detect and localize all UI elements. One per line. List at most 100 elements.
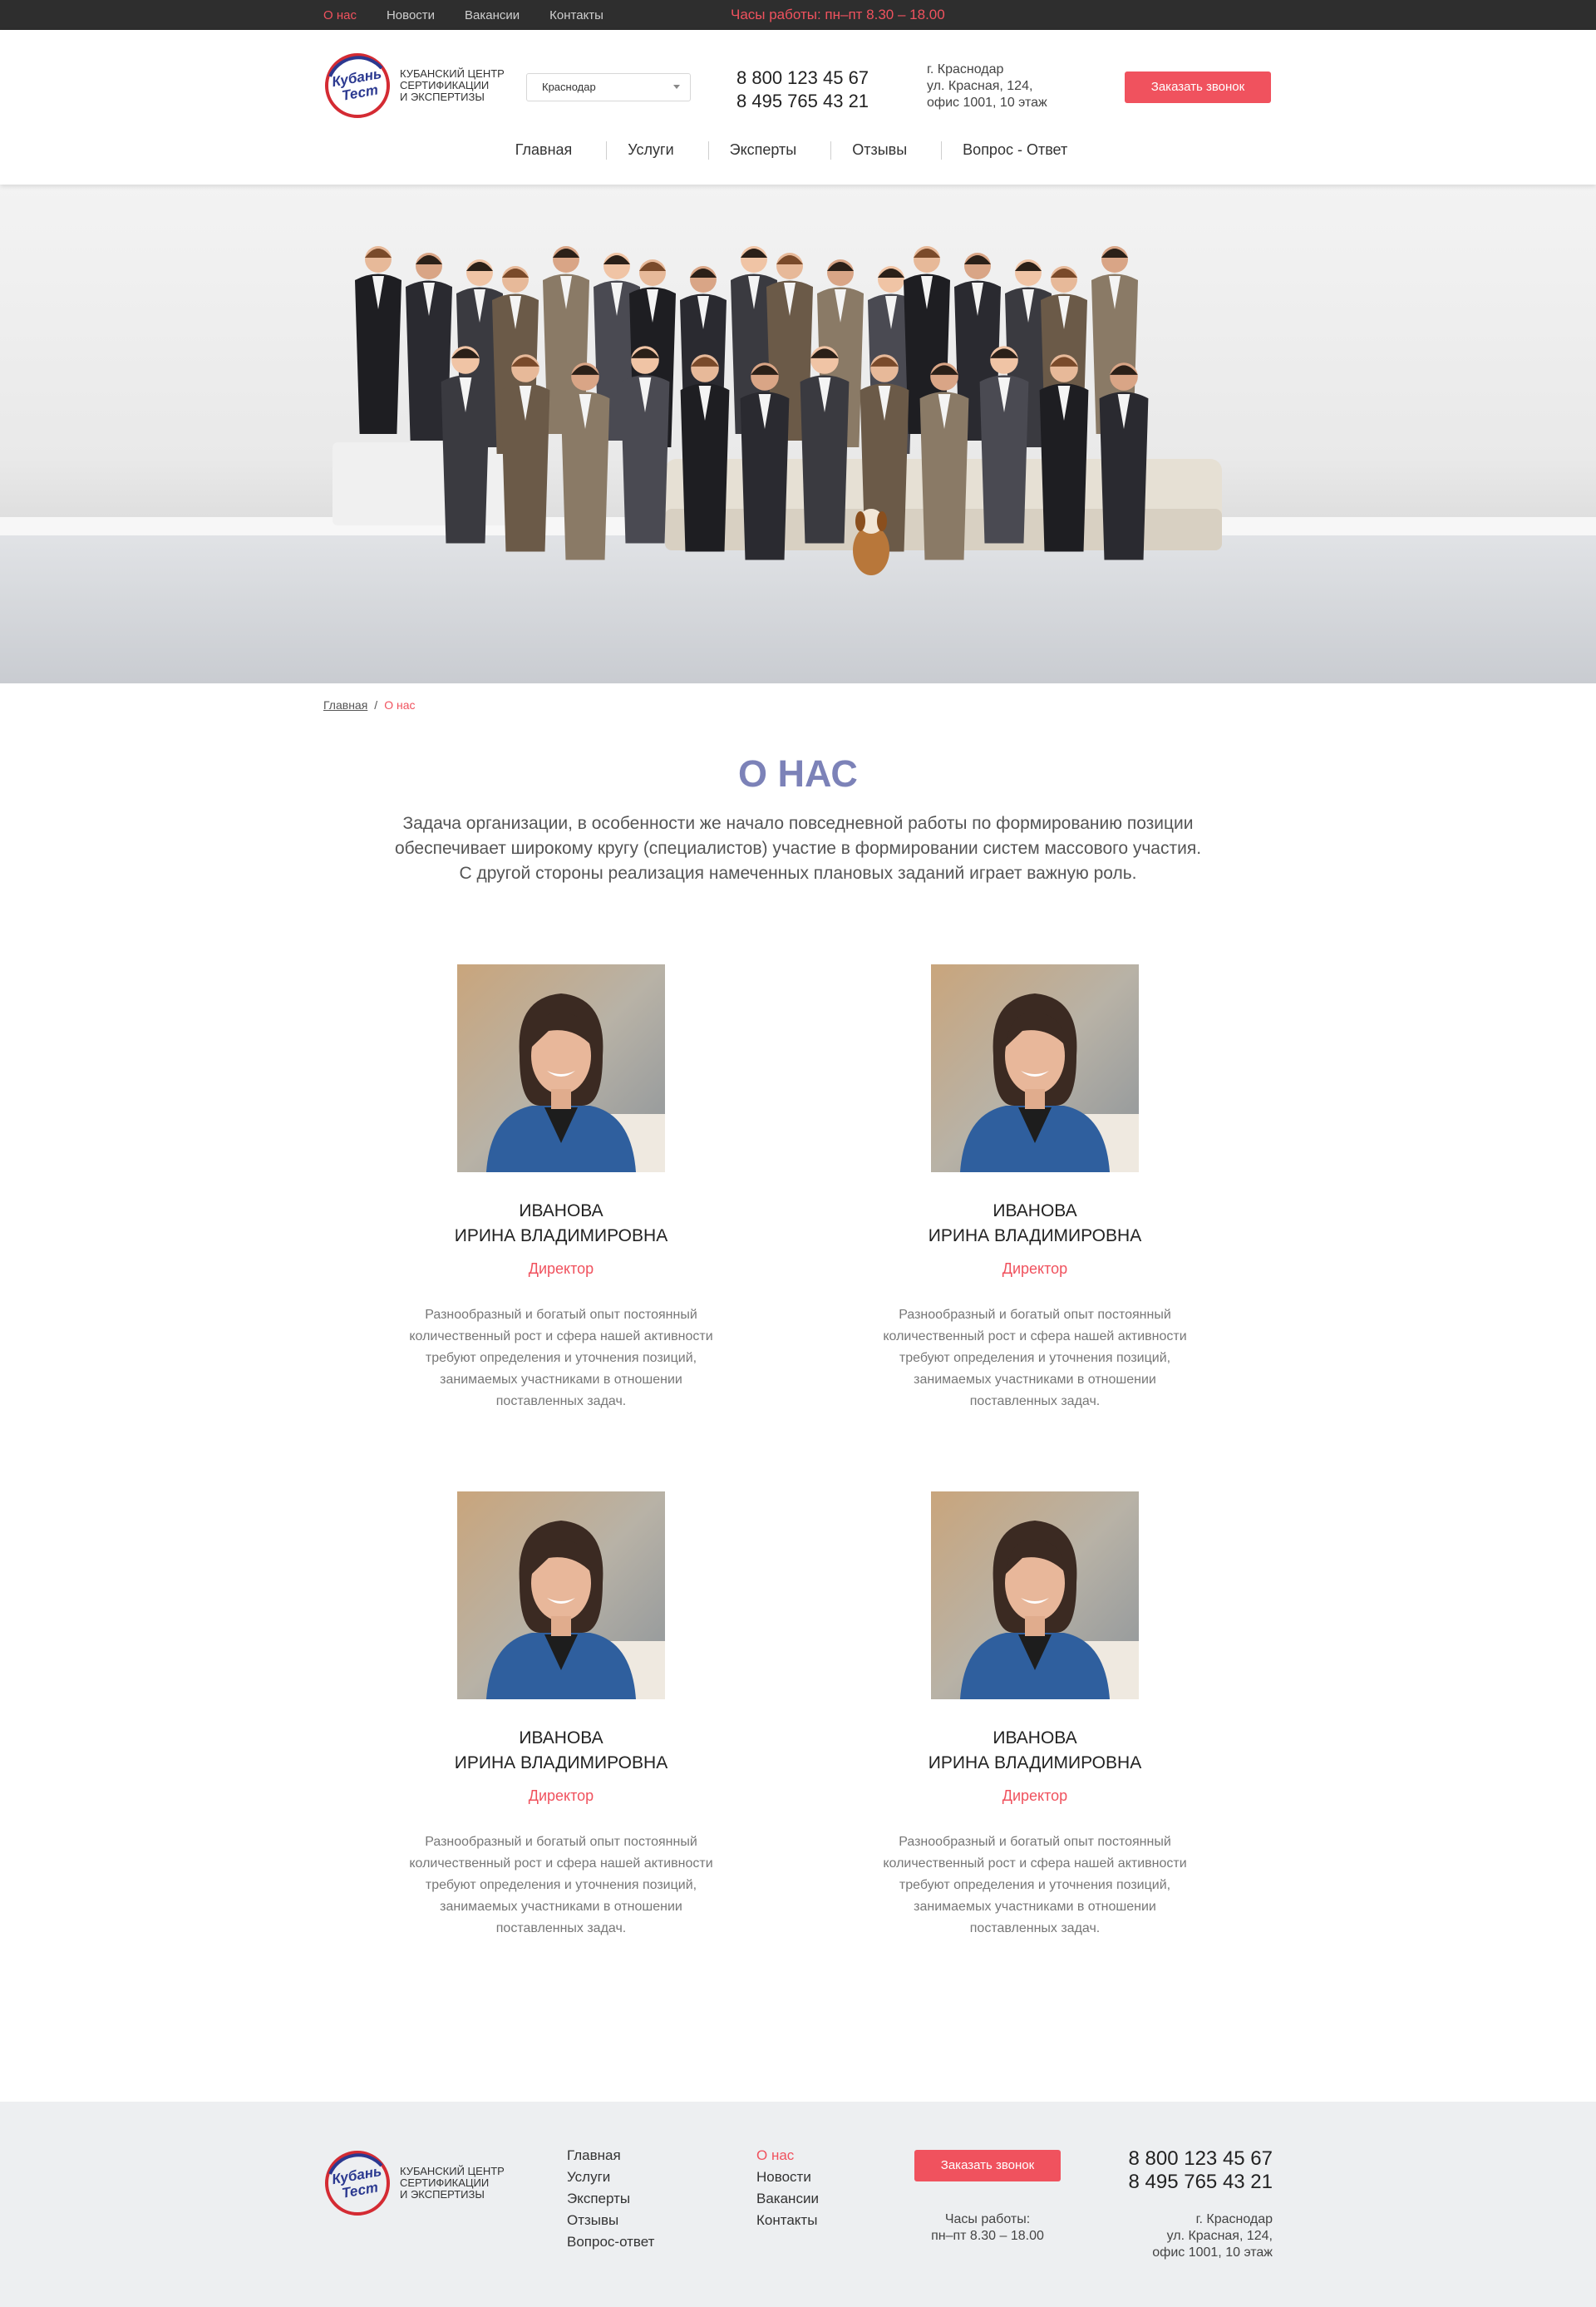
footer-link-vacancies[interactable]: Вакансии <box>756 2191 819 2206</box>
footer-link-experts[interactable]: Эксперты <box>567 2191 630 2206</box>
desc-line: количественный рост и сфера нашей активн… <box>883 1329 1187 1343</box>
logo-text: КУБАНСКИЙ ЦЕНТР СЕРТИФИКАЦИИ И ЭКСПЕРТИЗ… <box>400 68 508 103</box>
address-line: ул. Красная, 124, <box>927 79 1033 93</box>
footer-nav-main: Главная Услуги Эксперты Отзывы Вопрос-от… <box>567 2145 654 2253</box>
logo-text-line: И ЭКСПЕРТИЗЫ <box>400 2188 485 2201</box>
phone-1[interactable]: 8 800 123 45 67 <box>736 67 869 90</box>
expert-surname: ИВАНОВА <box>993 1728 1077 1748</box>
header-address: г. Краснодар ул. Красная, 124, офис 1001… <box>927 62 1047 111</box>
logo-emblem: Кубань Тест <box>325 53 390 118</box>
desc-line: количественный рост и сфера нашей активн… <box>883 1856 1187 1871</box>
site-footer: Кубань Тест КУБАНСКИЙ ЦЕНТР СЕРТИФИКАЦИИ… <box>0 2102 1596 2307</box>
nav-faq[interactable]: Вопрос - Ответ <box>929 141 1101 160</box>
header-phones: 8 800 123 45 67 8 495 765 43 21 <box>736 67 869 113</box>
expert-name: ИВАНОВА ИРИНА ВЛАДИМИРОВНА <box>860 1199 1209 1249</box>
desc-line: занимаемых участниками в отношении <box>914 1900 1156 1914</box>
expert-photo <box>457 964 665 1172</box>
expert-description: Разнообразный и богатый опыт постоянный … <box>399 1831 723 1940</box>
desc-line: количественный рост и сфера нашей активн… <box>409 1329 713 1343</box>
desc-line: занимаемых участниками в отношении <box>914 1373 1156 1387</box>
order-call-button[interactable]: Заказать звонок <box>1125 71 1271 103</box>
desc-line: требуют определения и уточнения позиций, <box>425 1351 697 1365</box>
nav-home[interactable]: Главная <box>482 141 606 160</box>
footer-link-services[interactable]: Услуги <box>567 2169 610 2185</box>
desc-line: поставленных задач. <box>969 1394 1101 1408</box>
desc-line: Разнообразный и богатый опыт постоянный <box>899 1308 1171 1322</box>
breadcrumb-home[interactable]: Главная <box>323 698 367 712</box>
hours-line: Часы работы: <box>944 2212 1031 2226</box>
expert-photo <box>457 1491 665 1699</box>
top-bar: О нас Новости Вакансии Контакты Часы раб… <box>0 0 1596 30</box>
team-photo-banner <box>0 185 1596 683</box>
footer-logo[interactable]: Кубань Тест КУБАНСКИЙ ЦЕНТР СЕРТИФИКАЦИИ… <box>323 2149 508 2217</box>
city-select-value: Краснодар <box>542 81 596 93</box>
top-nav-about[interactable]: О нас <box>323 8 357 22</box>
main-nav: Главная Услуги Эксперты Отзывы Вопрос - … <box>0 141 1596 160</box>
nav-experts[interactable]: Эксперты <box>697 141 830 160</box>
expert-name: ИВАНОВА ИРИНА ВЛАДИМИРОВНА <box>387 1199 736 1249</box>
footer-link-reviews[interactable]: Отзывы <box>567 2212 618 2228</box>
footer-phones: 8 800 123 45 67 8 495 765 43 21 <box>1129 2147 1273 2194</box>
desc-line: поставленных задач. <box>495 1394 627 1408</box>
expert-card: ИВАНОВА ИРИНА ВЛАДИМИРОВНА Директор Разн… <box>860 964 1209 1412</box>
footer-hours: Часы работы: пн–пт 8.30 – 18.00 <box>914 2211 1061 2245</box>
footer-link-about[interactable]: О нас <box>756 2147 794 2163</box>
site-header: Кубань Тест КУБАНСКИЙ ЦЕНТР СЕРТИФИКАЦИИ… <box>0 30 1596 185</box>
footer-link-news[interactable]: Новости <box>756 2169 811 2185</box>
desc-line: Разнообразный и богатый опыт постоянный <box>425 1835 697 1849</box>
desc-line: Разнообразный и богатый опыт постоянный <box>899 1835 1171 1849</box>
address-line: ул. Красная, 124, <box>1166 2229 1273 2243</box>
address-line: г. Краснодар <box>927 62 1004 76</box>
footer-link-faq[interactable]: Вопрос-ответ <box>567 2234 654 2250</box>
intro-line: обеспечивает широкому кругу (специалисто… <box>394 839 1202 858</box>
footer-order-call-button[interactable]: Заказать звонок <box>914 2150 1061 2181</box>
city-select[interactable]: Краснодар <box>526 73 691 101</box>
hours-line: пн–пт 8.30 – 18.00 <box>931 2229 1044 2243</box>
expert-description: Разнообразный и богатый опыт постоянный … <box>399 1304 723 1412</box>
footer-phone-2[interactable]: 8 495 765 43 21 <box>1129 2171 1273 2194</box>
expert-given-name: ИРИНА ВЛАДИМИРОВНА <box>928 1753 1142 1772</box>
desc-line: требуют определения и уточнения позиций, <box>425 1878 697 1892</box>
logo-text: КУБАНСКИЙ ЦЕНТР СЕРТИФИКАЦИИ И ЭКСПЕРТИЗ… <box>400 2166 508 2201</box>
breadcrumb-separator: / <box>374 698 378 712</box>
top-nav-vacancies[interactable]: Вакансии <box>465 8 520 22</box>
working-hours: Часы работы: пн–пт 8.30 – 18.00 <box>731 7 945 22</box>
footer-link-home[interactable]: Главная <box>567 2147 621 2163</box>
nav-reviews[interactable]: Отзывы <box>819 141 940 160</box>
address-line: офис 1001, 10 этаж <box>927 96 1047 110</box>
logo-text-line: СЕРТИФИКАЦИИ <box>400 2176 490 2189</box>
expert-card: ИВАНОВА ИРИНА ВЛАДИМИРОВНА Директор Разн… <box>387 1491 736 1940</box>
expert-position: Директор <box>528 1260 594 1277</box>
desc-line: количественный рост и сфера нашей активн… <box>409 1856 713 1871</box>
expert-position: Директор <box>1002 1787 1068 1804</box>
expert-position: Директор <box>528 1787 594 1804</box>
logo-text-line: КУБАНСКИЙ ЦЕНТР <box>400 67 505 80</box>
top-nav: О нас Новости Вакансии Контакты <box>323 0 603 30</box>
intro-line: Задача организации, в особенности же нач… <box>402 814 1194 833</box>
expert-photo <box>931 1491 1139 1699</box>
footer-link-contacts[interactable]: Контакты <box>756 2212 817 2228</box>
nav-services[interactable]: Услуги <box>594 141 707 160</box>
footer-phone-1[interactable]: 8 800 123 45 67 <box>1129 2147 1273 2171</box>
intro-line: С другой стороны реализация намеченных п… <box>459 864 1137 883</box>
expert-surname: ИВАНОВА <box>519 1728 603 1748</box>
breadcrumb-current: О нас <box>384 698 416 712</box>
expert-description: Разнообразный и богатый опыт постоянный … <box>873 1304 1197 1412</box>
phone-2[interactable]: 8 495 765 43 21 <box>736 90 869 113</box>
expert-surname: ИВАНОВА <box>993 1201 1077 1220</box>
expert-given-name: ИРИНА ВЛАДИМИРОВНА <box>454 1226 668 1245</box>
footer-address: г. Краснодар ул. Красная, 124, офис 1001… <box>1152 2211 1273 2261</box>
footer-nav-secondary: О нас Новости Вакансии Контакты <box>756 2145 819 2231</box>
chevron-down-icon <box>673 85 680 89</box>
expert-given-name: ИРИНА ВЛАДИМИРОВНА <box>928 1226 1142 1245</box>
expert-name: ИВАНОВА ИРИНА ВЛАДИМИРОВНА <box>387 1726 736 1776</box>
logo[interactable]: Кубань Тест КУБАНСКИЙ ЦЕНТР СЕРТИФИКАЦИИ… <box>323 52 508 120</box>
expert-name: ИВАНОВА ИРИНА ВЛАДИМИРОВНА <box>860 1726 1209 1776</box>
top-nav-news[interactable]: Новости <box>387 8 435 22</box>
desc-line: требуют определения и уточнения позиций, <box>899 1351 1171 1365</box>
expert-given-name: ИРИНА ВЛАДИМИРОВНА <box>454 1753 668 1772</box>
top-nav-contacts[interactable]: Контакты <box>549 8 603 22</box>
logo-text-line: КУБАНСКИЙ ЦЕНТР <box>400 2165 505 2177</box>
desc-line: занимаемых участниками в отношении <box>440 1373 682 1387</box>
logo-emblem: Кубань Тест <box>325 2151 390 2216</box>
